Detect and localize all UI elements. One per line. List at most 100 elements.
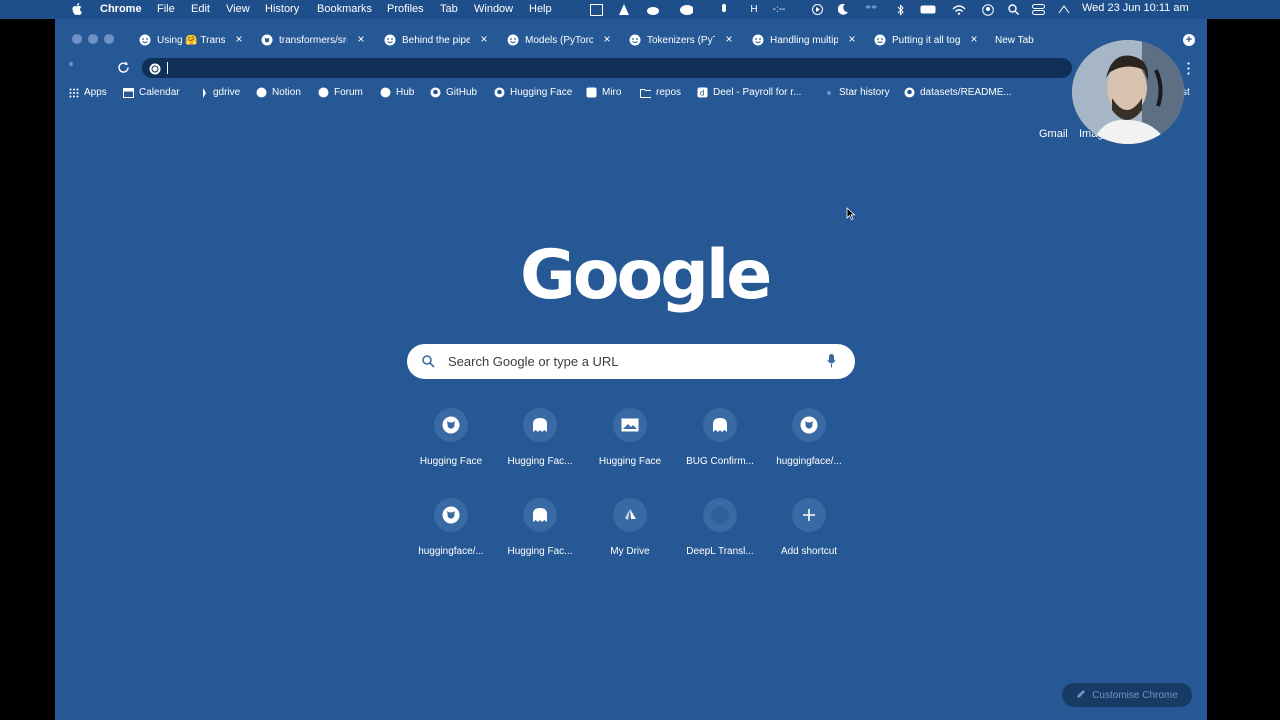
control-center-icon[interactable] <box>1031 3 1045 16</box>
new-tab-plus-icon[interactable]: + <box>1183 34 1195 46</box>
tab-using-transformers[interactable]: Using 🤗 Trans × <box>139 28 245 52</box>
play-icon[interactable] <box>810 3 824 16</box>
bookmark-deel[interactable]: d Deel - Payroll for r... <box>697 87 801 98</box>
moon-icon[interactable] <box>836 3 850 16</box>
voice-search-icon[interactable] <box>827 354 836 373</box>
miro-icon <box>586 87 597 98</box>
bookmark-label: datasets/README... <box>920 87 1012 98</box>
cloud-sync-icon[interactable] <box>646 3 660 16</box>
menu-edit[interactable]: Edit <box>191 3 210 15</box>
dropbox-icon[interactable] <box>864 3 878 16</box>
menu-help[interactable]: Help <box>529 3 552 15</box>
battery-icon[interactable] <box>920 3 938 16</box>
github-icon <box>904 87 915 98</box>
window-maximize-icon[interactable] <box>104 34 114 44</box>
menu-window[interactable]: Window <box>474 3 513 15</box>
menu-view[interactable]: View <box>226 3 250 15</box>
chrome-menu-icon[interactable] <box>1187 61 1190 75</box>
shortcut-huggingface-repo-1[interactable]: huggingface/... <box>764 408 854 467</box>
shortcut-add[interactable]: Add shortcut <box>764 498 854 557</box>
cloud-upload-icon[interactable] <box>679 3 693 16</box>
bookmark-apps[interactable]: Apps <box>68 87 107 98</box>
shortcut-bug-confirm[interactable]: BUG Confirm... <box>675 408 765 467</box>
bluetooth-icon[interactable] <box>893 3 907 16</box>
tab-close-icon[interactable]: × <box>478 33 490 45</box>
tab-handling-multiple[interactable]: Handling multip × <box>752 28 858 52</box>
tab-close-icon[interactable]: × <box>846 33 858 45</box>
hugging-face-icon <box>703 408 737 442</box>
shortcut-hugging-face-4[interactable]: Hugging Fac... <box>495 498 585 557</box>
shortcut-hugging-face-2[interactable]: Hugging Fac... <box>495 408 585 467</box>
tab-title: Handling multip <box>770 34 838 46</box>
user-icon[interactable] <box>981 3 995 16</box>
customise-chrome-button[interactable]: Customise Chrome <box>1062 683 1192 707</box>
cone-icon[interactable] <box>617 3 631 16</box>
bookmark-label: Apps <box>84 87 107 98</box>
mic-icon[interactable] <box>717 3 731 16</box>
menu-tab[interactable]: Tab <box>440 3 458 15</box>
tab-new-tab[interactable]: New Tab <box>987 28 1097 52</box>
github-icon <box>494 87 505 98</box>
bookmark-label: gdrive <box>213 87 241 98</box>
tab-putting-it-all-together[interactable]: Putting it all tog × <box>874 28 980 52</box>
shortcut-hugging-face-3[interactable]: Hugging Face <box>585 408 675 467</box>
apple-icon[interactable] <box>71 2 83 16</box>
search-box[interactable]: Search Google or type a URL <box>407 344 855 379</box>
bookmark-datasets-readme[interactable]: datasets/README... <box>904 87 1012 98</box>
siri-icon[interactable] <box>1057 3 1071 16</box>
tab-title: Models (PyTorch) <box>525 34 593 46</box>
bookmark-miro[interactable]: Miro <box>586 87 621 98</box>
tab-close-icon[interactable]: × <box>601 33 613 45</box>
menu-profiles[interactable]: Profiles <box>387 3 424 15</box>
tab-close-icon[interactable]: × <box>968 33 980 45</box>
search-placeholder[interactable]: Search Google or type a URL <box>448 354 619 369</box>
clock-datetime[interactable]: Wed 23 Jun 10:11 am <box>1082 2 1189 14</box>
address-bar[interactable] <box>142 58 1072 78</box>
wifi-icon[interactable] <box>952 3 966 16</box>
tab-behind-the-pipeline[interactable]: Behind the pipel × <box>384 28 490 52</box>
reload-icon[interactable] <box>117 61 130 79</box>
window-close-icon[interactable] <box>72 34 82 44</box>
plus-icon <box>792 498 826 532</box>
bookmark-forum[interactable]: Forum <box>318 87 363 98</box>
hugging-face-icon <box>139 34 151 46</box>
bookmark-notion[interactable]: Notion <box>256 87 301 98</box>
toolbar <box>55 56 1207 80</box>
github-icon <box>430 87 441 98</box>
window-minimize-icon[interactable] <box>88 34 98 44</box>
shortcut-deepl-translate[interactable]: DeepL Transl... <box>675 498 765 557</box>
bookmark-github[interactable]: GitHub <box>430 87 477 98</box>
shortcut-hugging-face-1[interactable]: Hugging Face <box>406 408 496 467</box>
tab-close-icon[interactable]: × <box>355 33 367 45</box>
gmail-link[interactable]: Gmail <box>1039 128 1068 140</box>
shortcut-huggingface-repo-2[interactable]: huggingface/... <box>406 498 496 557</box>
menu-bookmarks[interactable]: Bookmarks <box>317 3 372 15</box>
h-app-icon[interactable]: H <box>747 3 761 16</box>
bookmark-gdrive[interactable]: gdrive <box>197 87 240 98</box>
search-icon[interactable] <box>1006 3 1020 16</box>
tab-models-pytorch[interactable]: Models (PyTorch) × <box>507 28 613 52</box>
tab-tokenizers-pytorch[interactable]: Tokenizers (PyT × <box>629 28 735 52</box>
menu-file[interactable]: File <box>157 3 175 15</box>
bookmark-repos[interactable]: repos <box>640 87 681 98</box>
shortcut-label: Hugging Face <box>598 456 662 467</box>
tab-title: New Tab <box>995 34 1034 46</box>
bookmark-calendar[interactable]: Calendar <box>123 87 180 98</box>
bookmark-hub[interactable]: Hub <box>380 87 414 98</box>
shortcut-label: Hugging Fac... <box>507 546 573 557</box>
bookmark-hugging-face[interactable]: Hugging Face <box>494 87 572 98</box>
tab-close-icon[interactable]: × <box>723 33 735 45</box>
menu-history[interactable]: History <box>265 3 299 15</box>
shortcut-my-drive[interactable]: My Drive <box>585 498 675 557</box>
hugging-face-icon <box>523 498 557 532</box>
hugging-face-icon <box>380 87 391 98</box>
webcam-overlay <box>1072 40 1184 144</box>
bookmark-star-history[interactable]: Star history <box>823 87 890 98</box>
timer-icon[interactable]: -:-- <box>768 3 790 16</box>
tab-transformers-src[interactable]: transformers/src × <box>261 28 367 52</box>
back-icon[interactable] <box>69 62 73 66</box>
tray-app-icon[interactable] <box>589 3 603 16</box>
hugging-face-icon <box>752 34 764 46</box>
tab-close-icon[interactable]: × <box>233 33 245 45</box>
app-name-menu[interactable]: Chrome <box>100 3 142 15</box>
